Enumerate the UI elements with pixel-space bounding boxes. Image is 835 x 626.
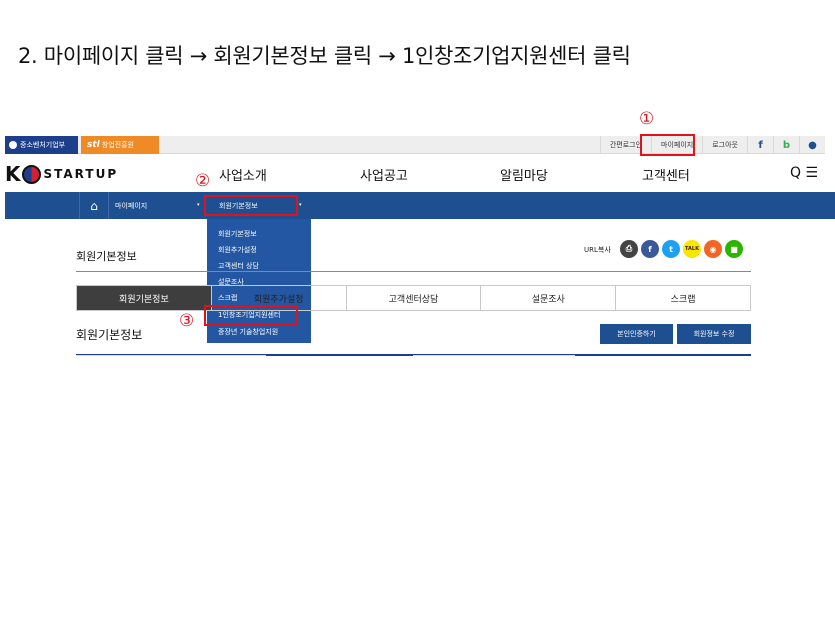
ministry-emblem-icon <box>9 141 17 149</box>
tab-customer-consult[interactable]: 고객센터상담 <box>345 286 481 310</box>
print-icon[interactable]: ⎙ <box>620 240 638 258</box>
verify-identity-button[interactable]: 본인인증하기 <box>600 324 673 344</box>
title-divider <box>76 271 751 272</box>
logo-k: K <box>5 162 21 186</box>
facebook-share-icon[interactable]: f <box>641 240 659 258</box>
step-3-marker: ③ <box>179 311 195 331</box>
share-icons: ⎙ f t TALK ◉ ■ <box>620 240 743 258</box>
ministry-label: 중소벤처기업부 <box>20 141 66 149</box>
ministry-link[interactable]: 중소벤처기업부 <box>5 136 78 154</box>
tab-scrap[interactable]: 스크랩 <box>615 286 750 310</box>
kised-logo: stl <box>87 140 100 150</box>
sub-navigation: ⌂ 마이페이지 ▾ 회원기본정보 ▾ <box>5 192 835 219</box>
gnb-notice-board[interactable]: 알림마당 <box>500 165 548 184</box>
gnb-business-notice[interactable]: 사업공고 <box>360 165 408 184</box>
chevron-down-icon: ▾ <box>299 202 302 208</box>
crumb-mypage[interactable]: 마이페이지 <box>115 192 147 219</box>
logo-taegeuk-icon <box>21 164 41 184</box>
member-tabs: 회원기본정보 회원추가설정 고객센터상담 설문조사 스크랩 <box>76 285 751 311</box>
tab-member-info[interactable]: 회원기본정보 <box>77 286 211 310</box>
url-copy-button[interactable]: URL복사 <box>584 245 611 255</box>
menu-item-member-info[interactable]: 회원기본정보 <box>218 229 257 239</box>
facebook-icon[interactable]: f <box>747 136 773 154</box>
logout-link[interactable]: 로그아웃 <box>702 136 747 154</box>
k-startup-logo[interactable]: K STARTUP <box>5 162 119 186</box>
chevron-down-icon: ▾ <box>197 202 200 208</box>
logo-text: STARTUP <box>43 167 119 181</box>
search-menu-icons[interactable]: Q ☰ <box>790 165 818 181</box>
instruction-text: 2. 마이페이지 클릭 → 회원기본정보 클릭 → 1인창조기업지원센터 클릭 <box>18 44 631 68</box>
menu-item-senior-startup[interactable]: 중장년 기술창업지원 <box>218 327 278 337</box>
bookmark-icon[interactable]: ■ <box>725 240 743 258</box>
twitter-share-icon[interactable]: t <box>662 240 680 258</box>
menu-item-member-extra[interactable]: 회원추가설정 <box>218 245 257 255</box>
gnb-business-intro[interactable]: 사업소개 <box>219 165 267 184</box>
step-1-marker: ① <box>639 109 655 129</box>
highlight-box-one-person-center <box>204 305 298 326</box>
page-title: 회원기본정보 <box>76 250 137 263</box>
utility-bar: 중소벤처기업부 stl 창업진흥원 간편로그인 마이페이지 로그아웃 f b ● <box>5 136 825 154</box>
faint-divider <box>413 355 575 356</box>
kised-label: 창업진흥원 <box>101 141 134 149</box>
tab-survey[interactable]: 설문조사 <box>480 286 615 310</box>
home-icon[interactable]: ⌂ <box>79 192 109 219</box>
rss-icon[interactable]: ◉ <box>704 240 722 258</box>
section-title: 회원기본정보 <box>76 328 143 342</box>
blog-icon[interactable]: b <box>773 136 799 154</box>
highlight-box-mypage <box>640 134 695 156</box>
highlight-box-member-info <box>204 195 298 216</box>
step-2-marker: ② <box>195 171 211 191</box>
kakaotalk-share-icon[interactable]: TALK <box>683 240 701 258</box>
menu-item-customer-consult[interactable]: 고객센터 상담 <box>218 261 259 271</box>
edit-member-info-button[interactable]: 회원정보 수정 <box>677 324 751 344</box>
channel-icon[interactable]: ● <box>799 136 825 154</box>
gnb-customer-center[interactable]: 고객센터 <box>642 165 690 184</box>
kised-link[interactable]: stl 창업진흥원 <box>81 136 159 154</box>
faint-divider <box>76 355 266 356</box>
